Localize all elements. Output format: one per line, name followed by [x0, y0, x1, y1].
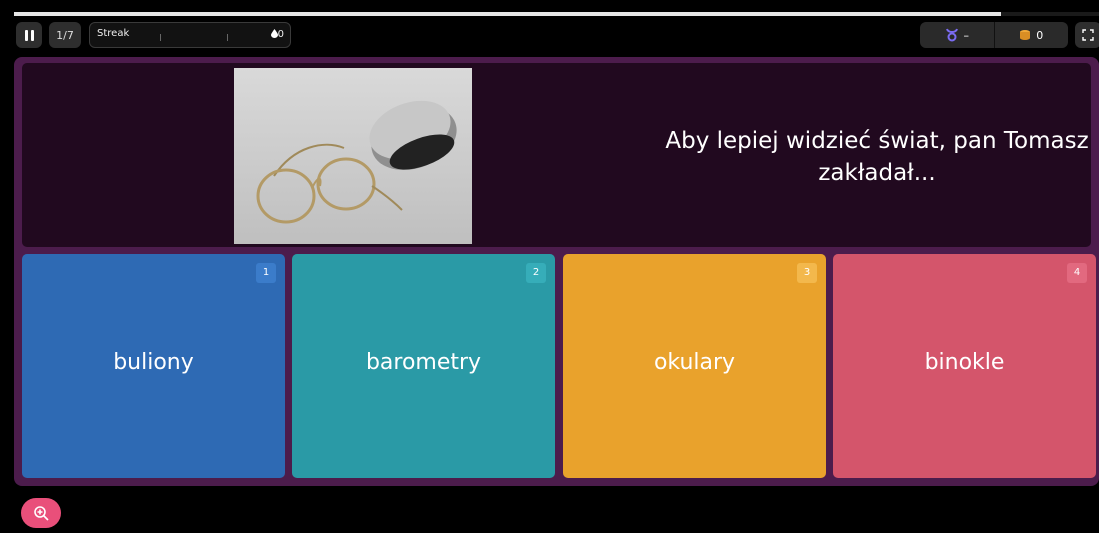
drop-icon	[270, 29, 278, 38]
answer-option-4[interactable]: 4 binokle	[833, 254, 1096, 478]
answer-number: 1	[256, 263, 276, 283]
status-group: – 0	[920, 22, 1068, 48]
answer-label: buliony	[113, 350, 194, 375]
powerup-icon	[945, 28, 958, 42]
progress-bar	[14, 12, 1099, 16]
answer-number: 4	[1067, 263, 1087, 283]
streak-value-wrap: 0	[270, 29, 284, 40]
zoom-button[interactable]	[21, 498, 61, 528]
streak-label: Streak	[97, 28, 130, 39]
answer-option-1[interactable]: 1 buliony	[22, 254, 285, 478]
zoom-in-icon	[34, 506, 49, 521]
powerup-value: –	[963, 28, 970, 42]
coins-status: 0	[993, 22, 1069, 48]
answer-label: okulary	[653, 350, 736, 375]
answer-option-2[interactable]: 2 barometry	[292, 254, 555, 478]
glasses-image	[256, 100, 457, 224]
fullscreen-icon	[1082, 29, 1094, 41]
streak-tick	[160, 34, 161, 41]
answers-grid: 1 buliony 2 barometry 3 okulary 4 binokl…	[22, 254, 1096, 478]
coins-value: 0	[1036, 28, 1044, 42]
streak-tick	[227, 34, 228, 41]
answer-number: 3	[797, 263, 817, 283]
answer-label: barometry	[365, 350, 482, 375]
quiz-stage: Aby lepiej widzieć świat, pan Tomasz zak…	[14, 57, 1099, 486]
question-text: Aby lepiej widzieć świat, pan Tomasz zak…	[665, 128, 1089, 186]
answer-label: binokle	[924, 350, 1005, 375]
question-panel: Aby lepiej widzieć świat, pan Tomasz zak…	[22, 63, 1091, 247]
pause-icon	[23, 29, 35, 41]
streak-meter: Streak 0	[89, 22, 291, 48]
coin-icon	[1020, 30, 1031, 40]
question-image[interactable]	[234, 68, 472, 244]
progress-fill	[14, 12, 1002, 16]
powerup-status[interactable]: –	[920, 22, 994, 48]
answer-option-3[interactable]: 3 okulary	[563, 254, 826, 478]
streak-value: 0	[277, 29, 284, 40]
pause-button[interactable]	[16, 22, 42, 48]
fullscreen-button[interactable]	[1075, 22, 1099, 48]
question-counter: 1/7	[49, 22, 81, 48]
answer-number: 2	[526, 263, 546, 283]
top-bar: 1/7 Streak 0 – 0	[0, 18, 1099, 52]
